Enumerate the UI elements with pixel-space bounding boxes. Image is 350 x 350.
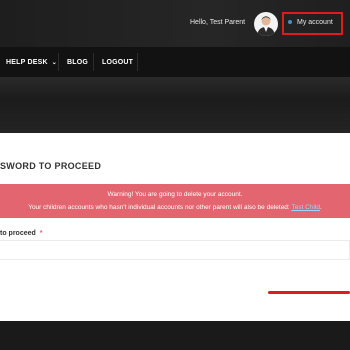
avatar[interactable] bbox=[254, 12, 278, 36]
child-account-link[interactable]: Test Child bbox=[291, 204, 320, 211]
children-warning-message: Your children accounts who hasn't indivi… bbox=[0, 204, 350, 211]
required-indicator: * bbox=[39, 230, 43, 237]
children-warning-end: . bbox=[319, 204, 322, 211]
account-status-dot-icon bbox=[288, 20, 292, 25]
nav-item-help-desk[interactable]: HELP DESK ⌄ bbox=[6, 59, 57, 66]
password-input[interactable] bbox=[0, 240, 350, 260]
password-field-label-text: to proceed bbox=[0, 230, 36, 237]
warning-message: Warning! You are going to delete your ac… bbox=[107, 191, 243, 198]
nav-divider bbox=[93, 53, 94, 71]
password-field-label: to proceed * bbox=[0, 230, 43, 237]
nav-item-help-desk-label: HELP DESK bbox=[6, 59, 48, 66]
annotation-underline bbox=[268, 291, 350, 294]
nav-divider bbox=[137, 53, 138, 71]
footer bbox=[0, 321, 350, 350]
my-account-label: My account bbox=[297, 19, 333, 26]
my-account-link[interactable]: My account bbox=[288, 19, 333, 26]
chevron-down-icon: ⌄ bbox=[51, 60, 57, 66]
nav-item-logout[interactable]: LOGOUT bbox=[102, 59, 133, 66]
nav-divider bbox=[58, 53, 59, 71]
warning-alert: Warning! You are going to delete your ac… bbox=[0, 184, 350, 218]
user-greeting: Hello, Test Parent bbox=[190, 19, 246, 26]
children-warning-text: Your children accounts who hasn't indivi… bbox=[28, 204, 290, 211]
hero-band bbox=[0, 77, 350, 133]
nav-item-blog[interactable]: BLOG bbox=[67, 59, 88, 66]
page-title: SWORD TO PROCEED bbox=[0, 161, 102, 171]
